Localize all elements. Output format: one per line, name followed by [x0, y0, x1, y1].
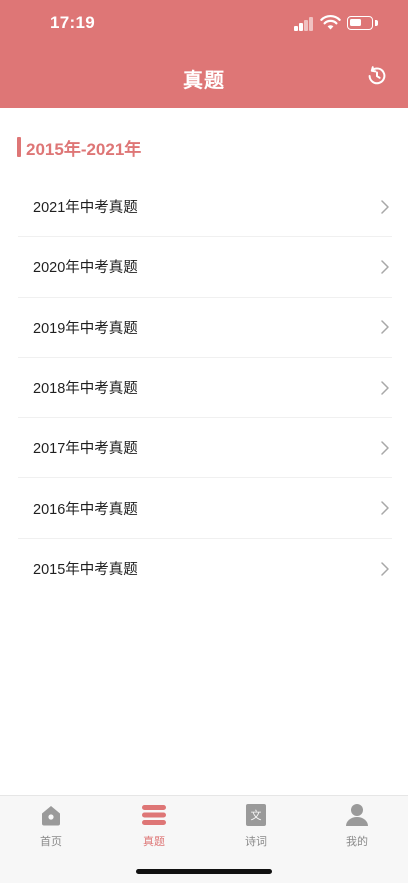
- list-item-label: 2021年中考真题: [33, 200, 138, 217]
- chevron-right-icon: [381, 260, 389, 274]
- chevron-right-icon: [381, 501, 389, 515]
- status-time: 17:19: [50, 13, 95, 32]
- tab-profile[interactable]: 我的: [327, 802, 387, 852]
- history-icon[interactable]: [365, 64, 389, 88]
- page-title: 真题: [183, 70, 225, 92]
- list-item-2015[interactable]: 2015年中考真题: [18, 539, 392, 599]
- list-item-2019[interactable]: 2019年中考真题: [18, 298, 392, 358]
- tab-exams[interactable]: 真题: [124, 802, 184, 852]
- paper-list: 2021年中考真题 2020年中考真题 2019年中考真题 2018年中考真题 …: [18, 177, 392, 599]
- list-item-label: 2015年中考真题: [33, 562, 138, 579]
- chevron-right-icon: [381, 199, 389, 214]
- signal-icon: [294, 17, 313, 31]
- section-header: 2015年-2021年: [17, 136, 142, 159]
- chevron-right-icon: [381, 562, 389, 576]
- book-icon: 文: [246, 804, 266, 826]
- chevron-right-icon: [381, 320, 389, 334]
- tab-label: 首页: [40, 836, 62, 848]
- stack-icon: [142, 805, 166, 825]
- list-item-2021[interactable]: 2021年中考真题: [18, 177, 392, 238]
- user-icon: [346, 804, 368, 826]
- tab-label: 我的: [346, 836, 368, 848]
- chevron-right-icon: [381, 380, 389, 395]
- list-item-label: 2018年中考真题: [33, 381, 138, 398]
- list-item-label: 2017年中考真题: [33, 441, 138, 458]
- tab-label: 诗词: [245, 836, 267, 848]
- list-item-2020[interactable]: 2020年中考真题: [18, 237, 392, 298]
- tab-home[interactable]: 首页: [21, 802, 81, 852]
- section-accent-bar: [17, 137, 21, 157]
- home-indicator: [136, 869, 272, 874]
- book-icon-glyph: 文: [251, 808, 262, 822]
- home-icon: [42, 806, 60, 826]
- list-item-2017[interactable]: 2017年中考真题: [18, 418, 392, 479]
- list-item-label: 2016年中考真题: [33, 501, 138, 518]
- list-item-2016[interactable]: 2016年中考真题: [18, 478, 392, 539]
- list-item-label: 2020年中考真题: [33, 260, 138, 277]
- app-header: 17:19 真题: [0, 0, 408, 108]
- section-title: 2015年-2021年: [26, 139, 142, 159]
- list-item-label: 2019年中考真题: [33, 320, 138, 337]
- battery-icon: [347, 16, 373, 30]
- wifi-icon: [320, 15, 341, 30]
- tab-label: 真题: [143, 836, 165, 848]
- battery-tip: [375, 20, 378, 26]
- tab-poetry[interactable]: 文 诗词: [226, 802, 286, 852]
- chevron-right-icon: [381, 441, 389, 455]
- list-item-2018[interactable]: 2018年中考真题: [18, 358, 392, 419]
